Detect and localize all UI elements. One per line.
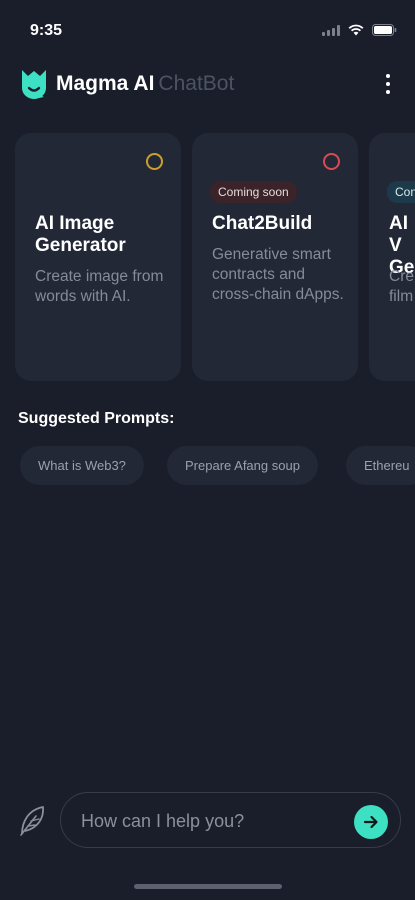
card-description: Create image from words with AI. [35, 268, 164, 305]
send-button[interactable] [354, 805, 388, 839]
card-description: Generative smart contracts and cross-cha… [212, 246, 344, 303]
status-ring-icon [146, 153, 163, 170]
status-icons [322, 24, 397, 36]
status-time: 9:35 [30, 22, 63, 39]
app-header: Magma AI ChatBot [20, 66, 400, 102]
magma-logo-icon [20, 68, 48, 100]
prompt-chip[interactable]: What is Web3? [20, 446, 144, 485]
suggested-prompts-list[interactable]: What is Web3? Prepare Afang soup Ethereu [20, 446, 415, 486]
battery-icon [372, 24, 397, 36]
app-subtitle: ChatBot [158, 72, 235, 95]
prompt-chip[interactable]: Ethereu [346, 446, 415, 485]
home-indicator [134, 884, 282, 889]
card-description: Cre film [389, 268, 414, 305]
coming-soon-badge: Con [387, 181, 415, 203]
card-ai-video-generator[interactable]: Con AI V Ge Cre film [369, 133, 415, 381]
message-input-box[interactable] [60, 792, 401, 848]
arrow-right-icon [363, 815, 378, 829]
app-title: Magma AI ChatBot [56, 72, 234, 96]
card-chat2build[interactable]: Coming soon Chat2Build Generative smart … [192, 133, 358, 381]
status-bar: 9:35 [0, 0, 415, 60]
prompt-chip[interactable]: Prepare Afang soup [167, 446, 318, 485]
card-title: Chat2Build [212, 213, 313, 234]
message-composer [16, 790, 406, 850]
more-options-icon[interactable] [382, 72, 394, 96]
feather-icon[interactable] [16, 804, 48, 838]
card-title: AI Image Generator [35, 213, 126, 256]
feature-cards-carousel[interactable]: AI Image Generator Create image from wor… [15, 133, 415, 383]
suggested-prompts-title: Suggested Prompts: [18, 410, 175, 427]
status-ring-icon [323, 153, 340, 170]
wifi-icon [348, 24, 364, 36]
card-ai-image-generator[interactable]: AI Image Generator Create image from wor… [15, 133, 181, 381]
coming-soon-badge: Coming soon [210, 181, 297, 203]
app-name: Magma AI [56, 72, 155, 95]
signal-icon [322, 24, 340, 36]
message-input[interactable] [79, 807, 343, 835]
